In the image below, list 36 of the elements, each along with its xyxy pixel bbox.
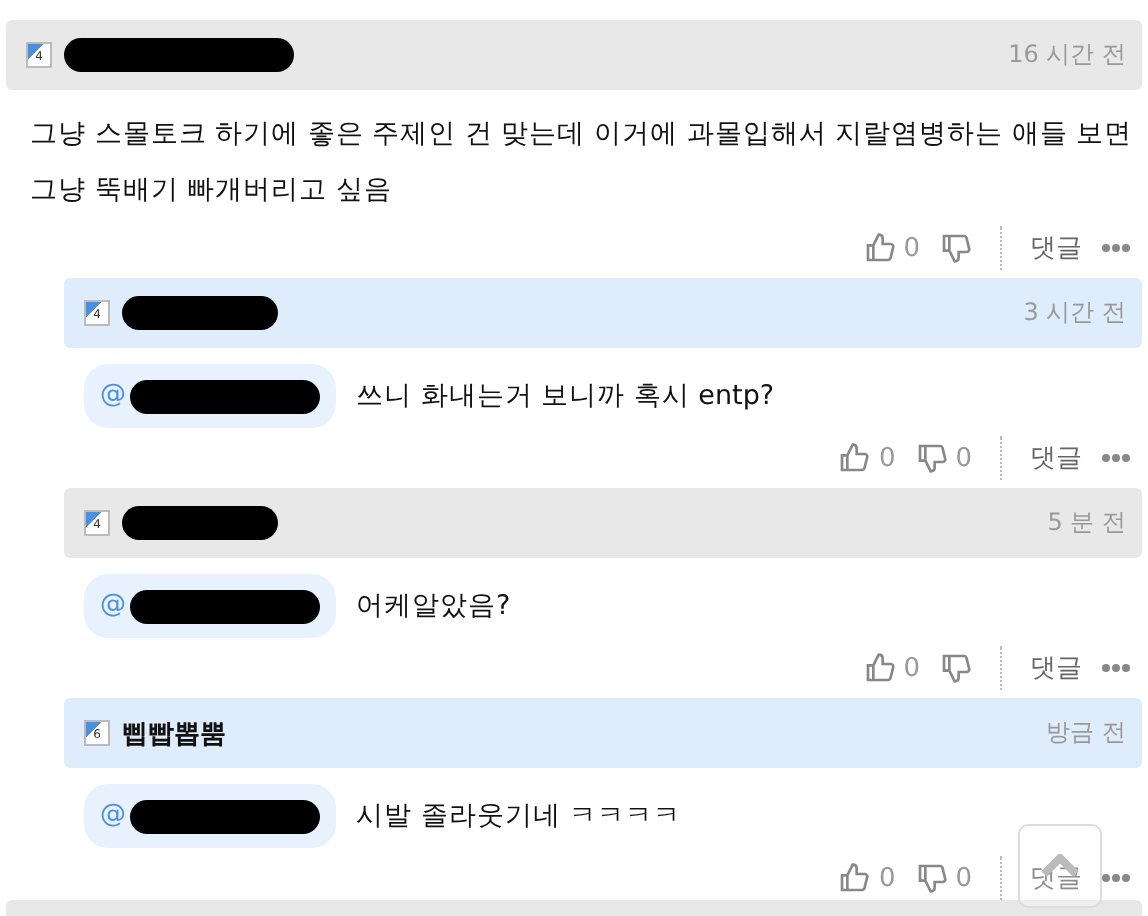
dislike-button[interactable] — [940, 232, 972, 264]
scroll-top-button[interactable] — [1018, 824, 1102, 908]
thumbs-up-icon — [838, 862, 871, 894]
comment-time: 방금 전 — [1046, 716, 1126, 750]
comment-text: 쓰니 화내는거 보니까 혹시 entp? — [356, 378, 775, 416]
dislike-button[interactable] — [940, 652, 972, 684]
reply-button[interactable]: 댓글 — [1030, 230, 1082, 266]
mention-chip[interactable]: @ — [84, 574, 336, 638]
more-icon[interactable] — [1102, 244, 1130, 252]
like-button[interactable]: 0 — [838, 442, 896, 474]
thumbs-up-icon — [838, 442, 871, 474]
thumbs-down-icon — [940, 232, 972, 264]
reply-button[interactable]: 댓글 — [1030, 650, 1082, 686]
thumbs-up-icon — [863, 652, 896, 684]
mention-chip[interactable]: @ — [84, 364, 336, 428]
comment-time: 5 분 전 — [1047, 506, 1126, 540]
like-button[interactable]: 0 — [863, 232, 920, 264]
mention-chip[interactable]: @ — [84, 784, 336, 848]
comment-time: 16 시간 전 — [1008, 38, 1126, 72]
comment-time: 3 시간 전 — [1023, 296, 1126, 330]
like-button[interactable]: 0 — [863, 652, 920, 684]
like-button[interactable]: 0 — [838, 862, 896, 894]
thumbs-up-icon — [863, 232, 896, 264]
comment-text: 그냥 스몰토크 하기에 좋은 주제인 건 맞는데 이거에 과몰입해서 지랄염병하는 애들 보면 그냥 뚝배기 빠개버리고 싶음 — [30, 116, 1135, 210]
more-icon[interactable] — [1102, 874, 1130, 882]
thumbs-down-icon — [915, 442, 948, 474]
dislike-button[interactable]: 0 — [915, 862, 972, 894]
more-icon[interactable] — [1102, 454, 1130, 462]
more-icon[interactable] — [1102, 664, 1130, 672]
thumbs-down-icon — [940, 652, 972, 684]
author-name[interactable]: 삡빱뽑뿜 — [122, 715, 226, 751]
reply-button[interactable]: 댓글 — [1030, 440, 1082, 476]
thumbs-down-icon — [915, 862, 948, 894]
comment-text: 시발 졸라웃기네 ㅋㅋㅋㅋ — [356, 798, 682, 836]
comment-text: 어케알았음? — [356, 588, 511, 626]
dislike-button[interactable]: 0 — [915, 442, 972, 474]
